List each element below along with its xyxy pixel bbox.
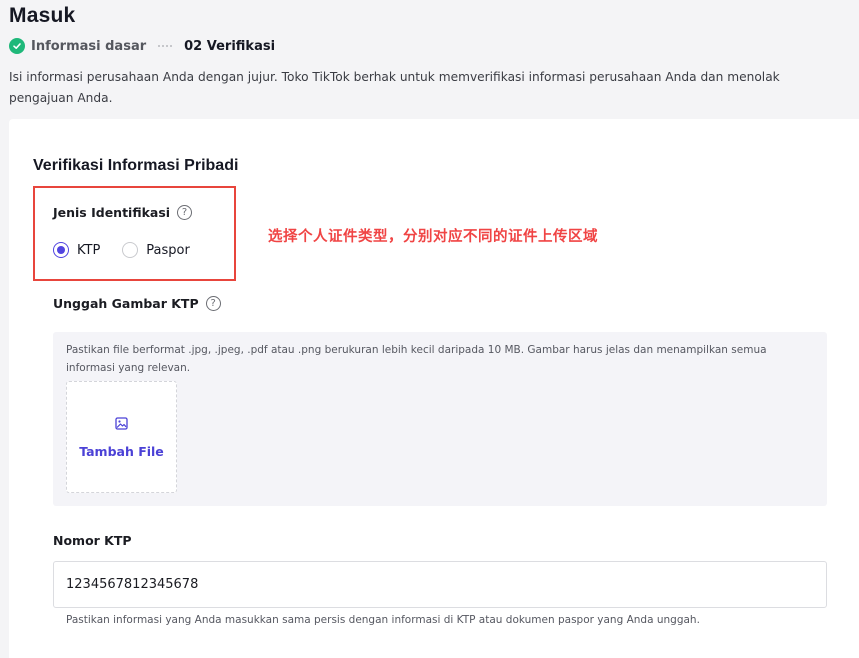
id-type-radio-group: KTP Paspor	[53, 242, 212, 258]
help-icon[interactable]: ?	[205, 296, 221, 311]
help-icon[interactable]: ?	[177, 205, 193, 220]
ktp-number-input[interactable]	[53, 561, 827, 608]
ktp-number-label: Nomor KTP	[53, 533, 132, 548]
step-verification: 02 Verifikasi	[184, 38, 276, 54]
step-basic-info: Informasi dasar	[31, 38, 147, 54]
intro-text: Isi informasi perusahaan Anda dengan juj…	[9, 70, 780, 105]
radio-ktp-indicator[interactable]	[53, 242, 69, 258]
check-circle-icon	[9, 38, 25, 54]
radio-paspor-label: Paspor	[146, 242, 190, 258]
upload-label: Unggah Gambar KTP ?	[53, 296, 221, 311]
upload-zone[interactable]: Pastikan file berformat .jpg, .jpeg, .pd…	[53, 332, 827, 506]
id-type-label: Jenis Identifikasi ?	[53, 205, 193, 220]
page: Masuk Informasi dasar 02 Verifikasi Isi …	[0, 0, 859, 658]
image-icon	[115, 415, 128, 434]
page-title: Masuk	[9, 4, 76, 27]
radio-ktp[interactable]: KTP	[53, 242, 100, 258]
annotation-text: 选择个人证件类型，分别对应不同的证件上传区域	[268, 229, 598, 245]
annotation-highlight-box	[33, 186, 236, 281]
radio-ktp-label: KTP	[77, 242, 101, 258]
radio-paspor[interactable]: Paspor	[122, 242, 190, 258]
ktp-number-hint: Pastikan informasi yang Anda masukkan sa…	[66, 614, 700, 626]
id-type-label-text: Jenis Identifikasi	[53, 205, 171, 220]
radio-paspor-indicator[interactable]	[122, 242, 139, 258]
add-file-label: Tambah File	[79, 444, 164, 459]
step-separator	[158, 45, 173, 47]
upload-label-text: Unggah Gambar KTP	[53, 296, 199, 311]
step-indicator: Informasi dasar 02 Verifikasi	[9, 37, 275, 55]
upload-hint: Pastikan file berformat .jpg, .jpeg, .pd…	[66, 344, 767, 374]
verification-card: Verifikasi Informasi Pribadi 选择个人证件类型，分别…	[9, 119, 859, 658]
add-file-button[interactable]: Tambah File	[66, 381, 177, 493]
card-title: Verifikasi Informasi Pribadi	[33, 157, 239, 174]
